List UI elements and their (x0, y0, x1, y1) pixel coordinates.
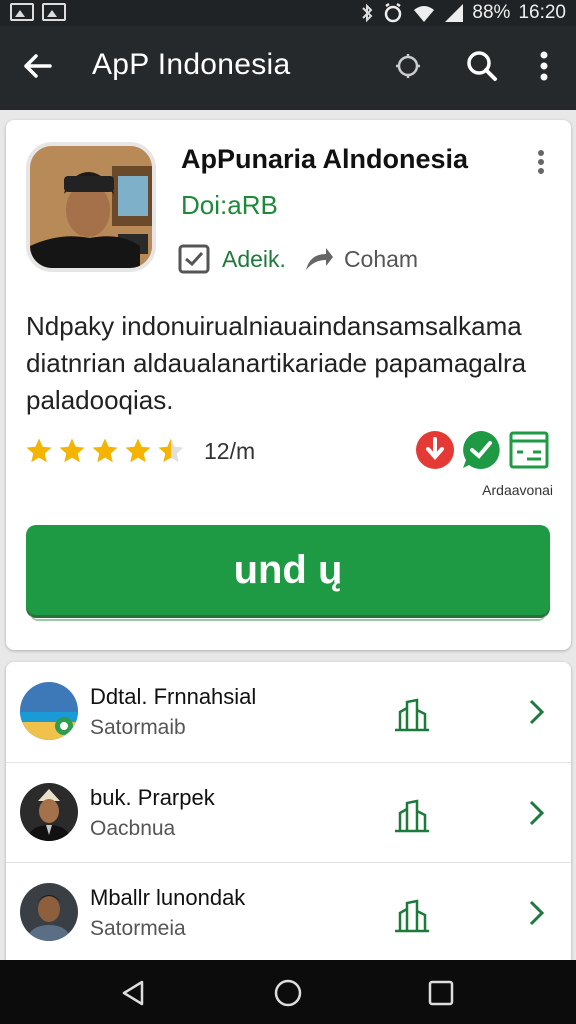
meta-row: Adeik. Coham (178, 244, 418, 274)
app-title: ApPunaria Alndonesia (181, 144, 469, 174)
card-more-icon[interactable] (529, 148, 553, 176)
download-badge-icon[interactable] (415, 430, 455, 470)
window-badge-icon[interactable] (509, 430, 549, 470)
badges: Ardaavonai (413, 430, 553, 500)
list-item[interactable]: buk. Prarpek Oacbnua (6, 762, 571, 862)
badges-label: Ardaavonai (482, 482, 553, 498)
recents-square-icon[interactable] (426, 978, 456, 1008)
list-item[interactable]: Mballr lunondak Satormeia (6, 862, 571, 962)
list-item-title: buk. Prarpek (90, 785, 215, 810)
app-detail-card: ApPunaria Alndonesia Doi:aRB Adeik. Coha… (6, 120, 571, 650)
chat-badge-icon[interactable] (461, 430, 501, 470)
avatar (20, 883, 78, 941)
building-icon[interactable] (392, 895, 432, 935)
clock: 16:20 (518, 2, 566, 23)
rating-stars (24, 436, 186, 466)
star-icon (125, 438, 151, 463)
bluetooth-icon (362, 3, 373, 23)
avatar (20, 783, 78, 841)
back-triangle-icon[interactable] (118, 978, 148, 1008)
app-bar: ApP Indonesia (0, 26, 576, 110)
list-item-subtitle: Satormeia (90, 917, 186, 940)
share-icon[interactable] (304, 246, 334, 272)
building-icon[interactable] (392, 795, 432, 835)
wifi-icon (414, 6, 435, 22)
settings-icon[interactable] (388, 46, 428, 86)
signal-icon (445, 4, 464, 22)
install-area: und ų (26, 525, 550, 621)
rating: 12/m (24, 436, 255, 466)
image-icon (10, 3, 34, 21)
battery-text: 88% (472, 2, 511, 23)
star-icon (92, 438, 118, 463)
status-bar: 88% 16:20 (0, 0, 576, 26)
building-icon[interactable] (392, 694, 432, 734)
chevron-right-icon[interactable] (526, 698, 546, 726)
avatar (20, 682, 78, 740)
list-item-subtitle: Satormaib (90, 716, 186, 739)
list-item-title: Mballr lunondak (90, 885, 246, 910)
related-list: Ddtal. Frnnahsial Satormaib buk. Prarpek… (6, 662, 571, 962)
system-nav-bar (0, 960, 576, 1024)
install-underline (30, 613, 546, 621)
back-arrow-icon[interactable] (18, 46, 58, 86)
more-vert-icon[interactable] (524, 46, 564, 86)
page-title: ApP Indonesia (92, 48, 291, 81)
app-icon (26, 142, 156, 272)
chevron-right-icon[interactable] (526, 899, 546, 927)
list-item-title: Ddtal. Frnnahsial (90, 684, 257, 709)
install-button[interactable]: und ų (26, 525, 550, 615)
app-description: Ndpaky indonuirualniauaindansamsalkama d… (26, 311, 527, 415)
meta-tag: Adeik. (222, 245, 286, 272)
share-label: Coham (343, 245, 419, 272)
developer-link[interactable]: Doi:aRB (181, 190, 278, 221)
search-icon[interactable] (462, 46, 502, 86)
chevron-right-icon[interactable] (526, 799, 546, 827)
star-half-icon (158, 438, 184, 463)
star-icon (26, 438, 52, 463)
checkbox-icon[interactable] (178, 244, 210, 274)
list-item[interactable]: Ddtal. Frnnahsial Satormaib (6, 662, 571, 762)
home-circle-icon[interactable] (273, 978, 303, 1008)
rating-count: 12/m (204, 437, 256, 464)
alarm-icon (385, 2, 402, 23)
gallery-icon (42, 3, 66, 21)
list-item-subtitle: Oacbnua (90, 817, 176, 840)
star-icon (59, 438, 85, 463)
